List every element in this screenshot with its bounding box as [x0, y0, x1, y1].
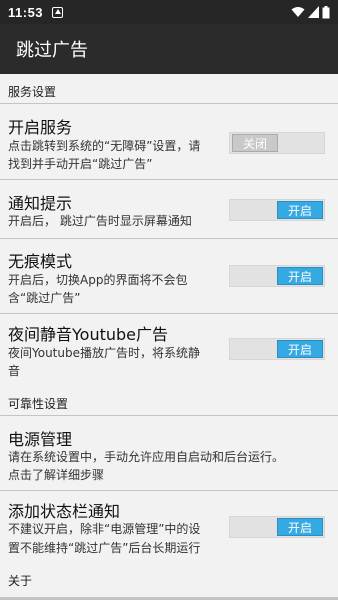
toggle-label: 开启	[277, 201, 323, 219]
notification-icon	[52, 6, 64, 18]
night-mute-toggle[interactable]: 开启	[229, 338, 325, 360]
incognito-toggle[interactable]: 开启	[229, 265, 325, 287]
section-header-about: 关于	[8, 574, 33, 588]
pref-enable-service[interactable]: 开启服务 点击跳转到系统的“无障碍”设置，请 找到并手动开启“跳过广告” 关闭	[0, 104, 338, 178]
pref-title: 无痕模式	[8, 252, 73, 271]
pref-summary: 开启后，切换App的界面将不会包	[8, 273, 188, 287]
pref-summary: 置不能维持“跳过广告”后台长期运行	[8, 541, 201, 555]
status-icons	[291, 5, 330, 19]
section-header-service: 服务设置	[8, 85, 57, 99]
pref-summary: 点击跳转到系统的“无障碍”设置，请	[8, 139, 201, 153]
status-bar-notification-toggle[interactable]: 开启	[229, 516, 325, 538]
wifi-icon	[291, 7, 305, 17]
pref-summary: 请在系统设置中，手动允许应用自启动和后台运行。	[8, 450, 285, 464]
notification-toggle[interactable]: 开启	[229, 199, 325, 221]
toggle-label: 开启	[277, 340, 323, 358]
pref-title: 开启服务	[8, 118, 73, 137]
battery-icon	[322, 5, 330, 18]
toggle-label: 开启	[277, 518, 323, 536]
pref-notification[interactable]: 通知提示 开启后， 跳过广告时显示屏幕通知 开启	[0, 180, 338, 236]
pref-title: 添加状态栏通知	[8, 502, 121, 521]
pref-summary: 音	[8, 364, 21, 378]
pref-summary: 不建议开启，除非“电源管理”中的设	[8, 522, 201, 536]
pref-title: 通知提示	[8, 194, 73, 213]
pref-summary: 含“跳过广告”	[8, 291, 81, 305]
pref-summary: 夜间Youtube播放广告时，将系统静	[8, 346, 200, 360]
pref-title: 夜间静音Youtube广告	[8, 325, 168, 344]
status-time: 11:53	[8, 4, 44, 20]
pref-summary: 找到并手动开启“跳过广告”	[8, 157, 153, 171]
status-bar: 11:53	[0, 0, 338, 24]
toggle-label: 开启	[277, 267, 323, 285]
pref-night-mute[interactable]: 夜间静音Youtube广告 夜间Youtube播放广告时，将系统静 音 开启	[0, 314, 338, 386]
signal-icon	[308, 6, 319, 18]
pref-status-bar-notification[interactable]: 添加状态栏通知 不建议开启，除非“电源管理”中的设 置不能维持“跳过广告”后台长…	[0, 491, 338, 565]
pref-title: 电源管理	[8, 430, 73, 449]
pref-summary: 点击了解详细步骤	[8, 468, 105, 482]
app-bar: 跳过广告	[0, 24, 338, 74]
app-title: 跳过广告	[16, 40, 88, 61]
pref-summary: 开启后， 跳过广告时显示屏幕通知	[8, 214, 192, 228]
service-toggle[interactable]: 关闭	[229, 132, 325, 154]
pref-incognito[interactable]: 无痕模式 开启后，切换App的界面将不会包 含“跳过广告” 开启	[0, 239, 338, 311]
pref-power-management[interactable]: 电源管理 请在系统设置中，手动允许应用自启动和后台运行。 点击了解详细步骤	[0, 416, 338, 488]
toggle-label: 关闭	[232, 134, 278, 152]
section-header-reliability: 可靠性设置	[8, 397, 69, 411]
